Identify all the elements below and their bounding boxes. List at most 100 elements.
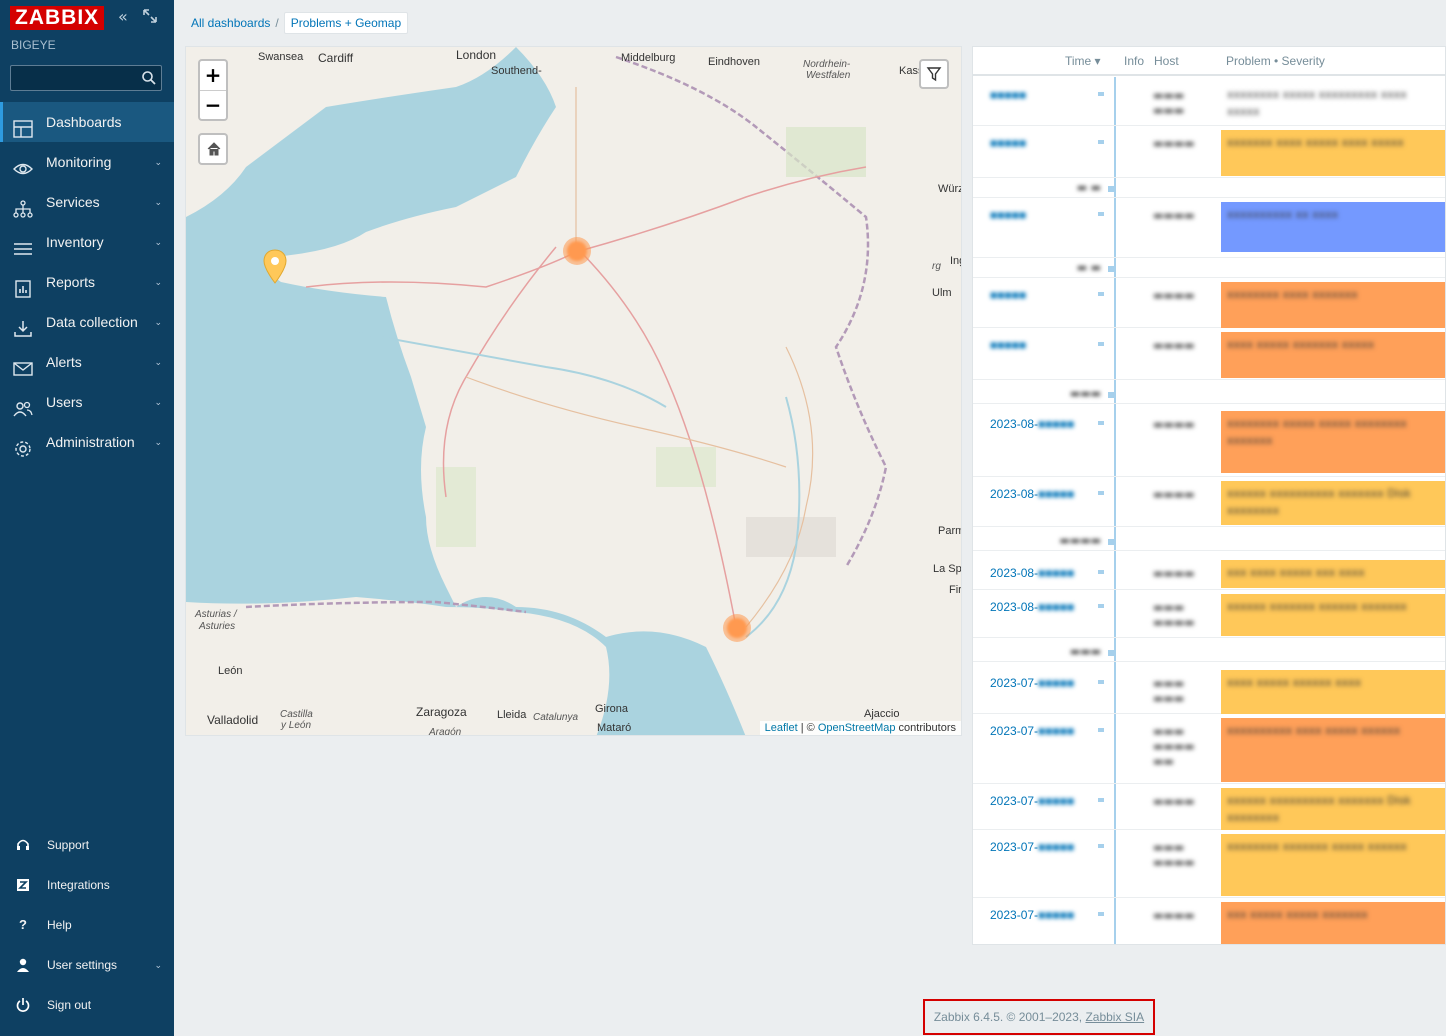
menu-item-sign-out[interactable]: Sign out [0, 985, 174, 1025]
problem-name[interactable]: xxxxxxxx xxxx xxxxxxx [1227, 288, 1358, 301]
problem-host[interactable]: ▬▬▬ ▬▬▬ [1153, 676, 1215, 706]
problem-time[interactable]: 2023-08-■■■■■ [990, 600, 1074, 614]
menu-item-help[interactable]: ? Help [0, 905, 174, 945]
problem-host[interactable]: ▬▬▬▬ [1153, 794, 1215, 809]
problem-time[interactable]: ■■■■■ [990, 208, 1026, 222]
problem-host[interactable]: ▬▬▬▬ [1153, 338, 1215, 353]
problem-host[interactable]: ▬▬▬▬ [1153, 908, 1215, 923]
problem-name[interactable]: xxxxxxxx xxxxx xxxxx xxxxxxxx xxxxxxx [1227, 417, 1407, 447]
problem-time[interactable]: ■■■■■ [990, 288, 1026, 302]
problem-name[interactable]: xxxxxx xxxxxxxxxx xxxxxxx Disk xxxxxxxx [1227, 487, 1411, 517]
home-button[interactable] [198, 133, 228, 165]
map-marker-warning[interactable] [263, 249, 287, 288]
problem-host[interactable]: ▬▬▬ ▬▬▬▬ [1153, 600, 1215, 630]
problem-time[interactable]: 2023-07-■■■■■ [990, 676, 1074, 690]
problem-severity-cell[interactable]: xxxxxxxx xxxx xxxxxxx [1221, 282, 1445, 328]
problem-row[interactable]: 2023-08-■■■■■ ▬▬▬▬ xxx xxxx xxxxx xxx xx… [973, 556, 1445, 590]
problem-name[interactable]: xxxxxx xxxxxxx xxxxxx xxxxxxx [1227, 600, 1407, 613]
menu-item-administration[interactable]: Administration ⌄ [0, 422, 174, 462]
zabbix-sia-link[interactable]: Zabbix SIA [1085, 1010, 1144, 1024]
problem-severity-cell[interactable]: xxxxxx xxxxxxxxxx xxxxxxx Disk xxxxxxxx [1221, 788, 1445, 830]
problem-severity-cell[interactable]: xxxxxxxxxx xxxx xxxxx xxxxxx [1221, 718, 1445, 782]
openstreetmap-link[interactable]: OpenStreetMap [818, 722, 896, 734]
menu-item-alerts[interactable]: Alerts ⌄ [0, 342, 174, 382]
problem-row[interactable]: 2023-08-■■■■■ ▬▬▬ ▬▬▬▬ xxxxxx xxxxxxx xx… [973, 590, 1445, 638]
problem-row[interactable]: ■■■■■ ▬▬▬▬ xxxxxxx xxxx xxxxx xxxx xxxxx [973, 126, 1445, 178]
map-cluster-average[interactable] [563, 237, 591, 265]
menu-item-users[interactable]: Users ⌄ [0, 382, 174, 422]
problem-host[interactable]: ▬▬▬▬ [1153, 208, 1215, 223]
problem-time[interactable]: ■■■■■ [990, 88, 1026, 102]
chevrons-left-icon[interactable]: « [118, 9, 128, 25]
problem-severity-cell[interactable]: xxx xxxx xxxxx xxx xxxx [1221, 560, 1445, 588]
problem-time[interactable]: 2023-07-■■■■■ [990, 840, 1074, 854]
problem-severity-cell[interactable]: xxxxxx xxxxxxx xxxxxx xxxxxxx [1221, 594, 1445, 636]
problem-severity-cell[interactable]: xxxxxxxx xxxxx xxxxx xxxxxxxx xxxxxxx [1221, 411, 1445, 473]
column-time[interactable]: Time ▾ [1065, 54, 1101, 68]
leaflet-link[interactable]: Leaflet [765, 722, 798, 734]
problem-row[interactable]: 2023-07-■■■■■ ▬▬▬ ▬▬▬▬ xxxxxxxx xxxxxxx … [973, 830, 1445, 898]
problem-host[interactable]: ▬▬▬ ▬▬▬ [1153, 88, 1215, 118]
problem-row[interactable]: ■■■■■ ▬▬▬ ▬▬▬ xxxxxxxx xxxxx xxxxxxxxx x… [973, 78, 1445, 126]
zoom-in-button[interactable]: + [200, 61, 226, 90]
problem-host[interactable]: ▬▬▬▬ [1153, 136, 1215, 151]
problem-time[interactable]: 2023-07-■■■■■ [990, 794, 1074, 808]
problem-name[interactable]: xxxxxx xxxxxxxxxx xxxxxxx Disk xxxxxxxx [1227, 794, 1411, 824]
breadcrumb-current-dashboard[interactable]: Problems + Geomap [283, 12, 409, 34]
search-icon[interactable] [141, 70, 157, 86]
filter-button[interactable] [919, 59, 949, 89]
problem-time[interactable]: 2023-08-■■■■■ [990, 417, 1074, 431]
problem-time[interactable]: 2023-08-■■■■■ [990, 487, 1074, 501]
problem-row[interactable]: ■■■■■ ▬▬▬▬ xxxx xxxxx xxxxxxx xxxxx [973, 328, 1445, 380]
problem-time[interactable]: ■■■■■ [990, 338, 1026, 352]
problem-host[interactable]: ▬▬▬▬ [1153, 417, 1215, 432]
problem-name[interactable]: xxxxxxxxxx xx xxxx [1227, 208, 1338, 221]
zoom-out-button[interactable]: − [200, 90, 226, 119]
problem-severity-cell[interactable]: xxxxxxx xxxx xxxxx xxxx xxxxx [1221, 130, 1445, 176]
problem-row[interactable]: 2023-07-■■■■■ ▬▬▬▬ xxxxxx xxxxxxxxxx xxx… [973, 784, 1445, 830]
problem-severity-cell[interactable]: xxx xxxxx xxxxx xxxxxxx [1221, 902, 1445, 944]
menu-item-inventory[interactable]: Inventory ⌄ [0, 222, 174, 262]
problem-row[interactable]: ■■■■■ ▬▬▬▬ xxxxxxxxxx xx xxxx [973, 198, 1445, 258]
menu-item-data-collection[interactable]: Data collection ⌄ [0, 302, 174, 342]
problem-severity-cell[interactable]: xxxxxxxx xxxxxxx xxxxx xxxxxx [1221, 834, 1445, 896]
problem-severity-cell[interactable]: xxxx xxxxx xxxxxx xxxx [1221, 670, 1445, 714]
menu-item-integrations[interactable]: Integrations [0, 865, 174, 905]
problem-row[interactable]: 2023-08-■■■■■ ▬▬▬▬ xxxxxxxx xxxxx xxxxx … [973, 407, 1445, 477]
problem-severity-cell[interactable]: xxxxxxxxxx xx xxxx [1221, 202, 1445, 252]
menu-item-reports[interactable]: Reports ⌄ [0, 262, 174, 302]
menu-item-monitoring[interactable]: Monitoring ⌄ [0, 142, 174, 182]
menu-item-support[interactable]: Support [0, 825, 174, 865]
problem-row[interactable]: 2023-07-■■■■■ ▬▬▬ ▬▬▬ xxxx xxxxx xxxxxx … [973, 666, 1445, 714]
map-cluster-average[interactable] [723, 614, 751, 642]
problem-row[interactable]: ■■■■■ ▬▬▬▬ xxxxxxxx xxxx xxxxxxx [973, 278, 1445, 328]
problem-host[interactable]: ▬▬▬▬ [1153, 288, 1215, 303]
geomap-widget[interactable]: Swansea Cardiff London Southend- Middelb… [185, 46, 962, 736]
problem-time[interactable]: 2023-08-■■■■■ [990, 566, 1074, 580]
sidebar-search-input[interactable] [10, 65, 162, 91]
problem-name[interactable]: xxxx xxxxx xxxxxx xxxx [1227, 676, 1361, 689]
problem-row[interactable]: 2023-07-■■■■■ ▬▬▬▬ xxx xxxxx xxxxx xxxxx… [973, 898, 1445, 944]
problem-severity-cell[interactable]: xxxx xxxxx xxxxxxx xxxxx [1221, 332, 1445, 378]
problem-severity-cell[interactable]: xxxxxxxx xxxxx xxxxxxxxx xxxx xxxxx [1221, 82, 1445, 124]
problem-host[interactable]: ▬▬▬▬ [1153, 487, 1215, 502]
problem-name[interactable]: xxxxxxx xxxx xxxxx xxxx xxxxx [1227, 136, 1404, 149]
breadcrumb-all-dashboards[interactable]: All dashboards [191, 16, 270, 30]
problem-host[interactable]: ▬▬▬ ▬▬▬▬ [1153, 840, 1215, 870]
problem-name[interactable]: xxxx xxxxx xxxxxxx xxxxx [1227, 338, 1374, 351]
problem-time[interactable]: ■■■■■ [990, 136, 1026, 150]
problem-name[interactable]: xxx xxxx xxxxx xxx xxxx [1227, 566, 1365, 579]
problem-host[interactable]: ▬▬▬ ▬▬▬▬ ▬▬ [1153, 724, 1215, 769]
problem-time[interactable]: 2023-07-■■■■■ [990, 724, 1074, 738]
problem-name[interactable]: xxxxxxxx xxxxxxx xxxxx xxxxxx [1227, 840, 1407, 853]
menu-item-dashboards[interactable]: Dashboards [0, 102, 174, 142]
problem-host[interactable]: ▬▬▬▬ [1153, 566, 1215, 581]
problem-name[interactable]: xxxxxxxxxx xxxx xxxxx xxxxxx [1227, 724, 1400, 737]
problem-name[interactable]: xxxxxxxx xxxxx xxxxxxxxx xxxx xxxxx [1227, 88, 1407, 118]
zabbix-logo[interactable]: ZABBIX [10, 6, 105, 30]
problem-time[interactable]: 2023-07-■■■■■ [990, 908, 1074, 922]
problem-name[interactable]: xxx xxxxx xxxxx xxxxxxx [1227, 908, 1368, 921]
problem-severity-cell[interactable]: xxxxxx xxxxxxxxxx xxxxxxx Disk xxxxxxxx [1221, 481, 1445, 525]
menu-item-services[interactable]: Services ⌄ [0, 182, 174, 222]
menu-item-user-settings[interactable]: User settings ⌄ [0, 945, 174, 985]
